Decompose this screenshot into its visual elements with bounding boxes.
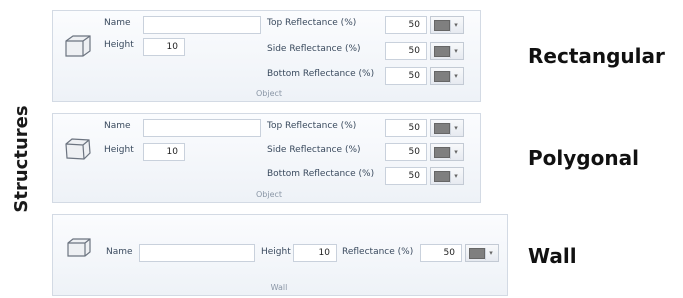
color-swatch (434, 71, 450, 82)
wall-group-caption: Wall (270, 283, 288, 292)
rect-group-caption: Object (255, 89, 283, 98)
dropdown-arrow-icon: ▾ (450, 46, 461, 58)
rect-side-reflectance-field[interactable]: 50 (385, 42, 427, 60)
color-swatch (434, 123, 450, 134)
wall-reflectance-label: Reflectance (%) (342, 247, 414, 257)
polygonal-panel: Name Height 10 Top Reflectance (%) 50 ▾ … (52, 113, 481, 203)
structures-title: Structures (11, 105, 32, 213)
poly-top-color-picker[interactable]: ▾ (430, 119, 464, 137)
rectangular-panel: Name Height 10 Top Reflectance (%) 50 ▾ … (52, 10, 481, 102)
poly-name-label: Name (104, 121, 131, 131)
rect-name-field[interactable] (143, 16, 261, 34)
rect-bottom-reflectance-label: Bottom Reflectance (%) (267, 69, 375, 79)
dropdown-arrow-icon: ▾ (450, 171, 461, 183)
color-swatch (434, 147, 450, 158)
polygonal-structure-icon (65, 138, 91, 160)
dropdown-arrow-icon: ▾ (450, 71, 461, 83)
rect-bottom-reflectance-field[interactable]: 50 (385, 67, 427, 85)
color-swatch (434, 20, 450, 31)
dropdown-arrow-icon: ▾ (450, 147, 461, 159)
wall-panel: Name Height 10 Reflectance (%) 50 ▾ Wall (52, 214, 508, 296)
rect-side-reflectance-label: Side Reflectance (%) (267, 44, 361, 54)
rect-height-label: Height (104, 40, 134, 50)
poly-side-reflectance-label: Side Reflectance (%) (267, 145, 361, 155)
poly-top-reflectance-label: Top Reflectance (%) (267, 121, 357, 131)
wall-height-label: Height (261, 247, 291, 257)
poly-bottom-reflectance-field[interactable]: 50 (385, 167, 427, 185)
rect-height-field[interactable]: 10 (143, 38, 185, 56)
dropdown-arrow-icon: ▾ (450, 20, 461, 32)
color-swatch (434, 46, 450, 57)
wall-name-field[interactable] (139, 244, 255, 262)
rect-top-reflectance-label: Top Reflectance (%) (267, 18, 357, 28)
rect-top-color-picker[interactable]: ▾ (430, 16, 464, 34)
dropdown-arrow-icon: ▾ (485, 248, 496, 260)
rect-bottom-color-picker[interactable]: ▾ (430, 67, 464, 85)
rectangular-structure-icon (65, 35, 91, 57)
rectangular-heading: Rectangular (528, 44, 665, 68)
poly-group-caption: Object (255, 190, 283, 199)
rect-name-label: Name (104, 18, 131, 28)
wall-reflectance-field[interactable]: 50 (420, 244, 462, 262)
poly-side-reflectance-field[interactable]: 50 (385, 143, 427, 161)
color-swatch (469, 248, 485, 259)
poly-height-label: Height (104, 145, 134, 155)
poly-top-reflectance-field[interactable]: 50 (385, 119, 427, 137)
polygonal-heading: Polygonal (528, 146, 639, 170)
color-swatch (434, 171, 450, 182)
poly-bottom-color-picker[interactable]: ▾ (430, 167, 464, 185)
wall-structure-icon (67, 238, 91, 257)
rect-top-reflectance-field[interactable]: 50 (385, 16, 427, 34)
wall-name-label: Name (106, 247, 133, 257)
poly-name-field[interactable] (143, 119, 261, 137)
wall-heading: Wall (528, 244, 577, 268)
dropdown-arrow-icon: ▾ (450, 123, 461, 135)
poly-side-color-picker[interactable]: ▾ (430, 143, 464, 161)
wall-color-picker[interactable]: ▾ (465, 244, 499, 262)
wall-height-field[interactable]: 10 (293, 244, 337, 262)
poly-bottom-reflectance-label: Bottom Reflectance (%) (267, 169, 375, 179)
rect-side-color-picker[interactable]: ▾ (430, 42, 464, 60)
poly-height-field[interactable]: 10 (143, 143, 185, 161)
